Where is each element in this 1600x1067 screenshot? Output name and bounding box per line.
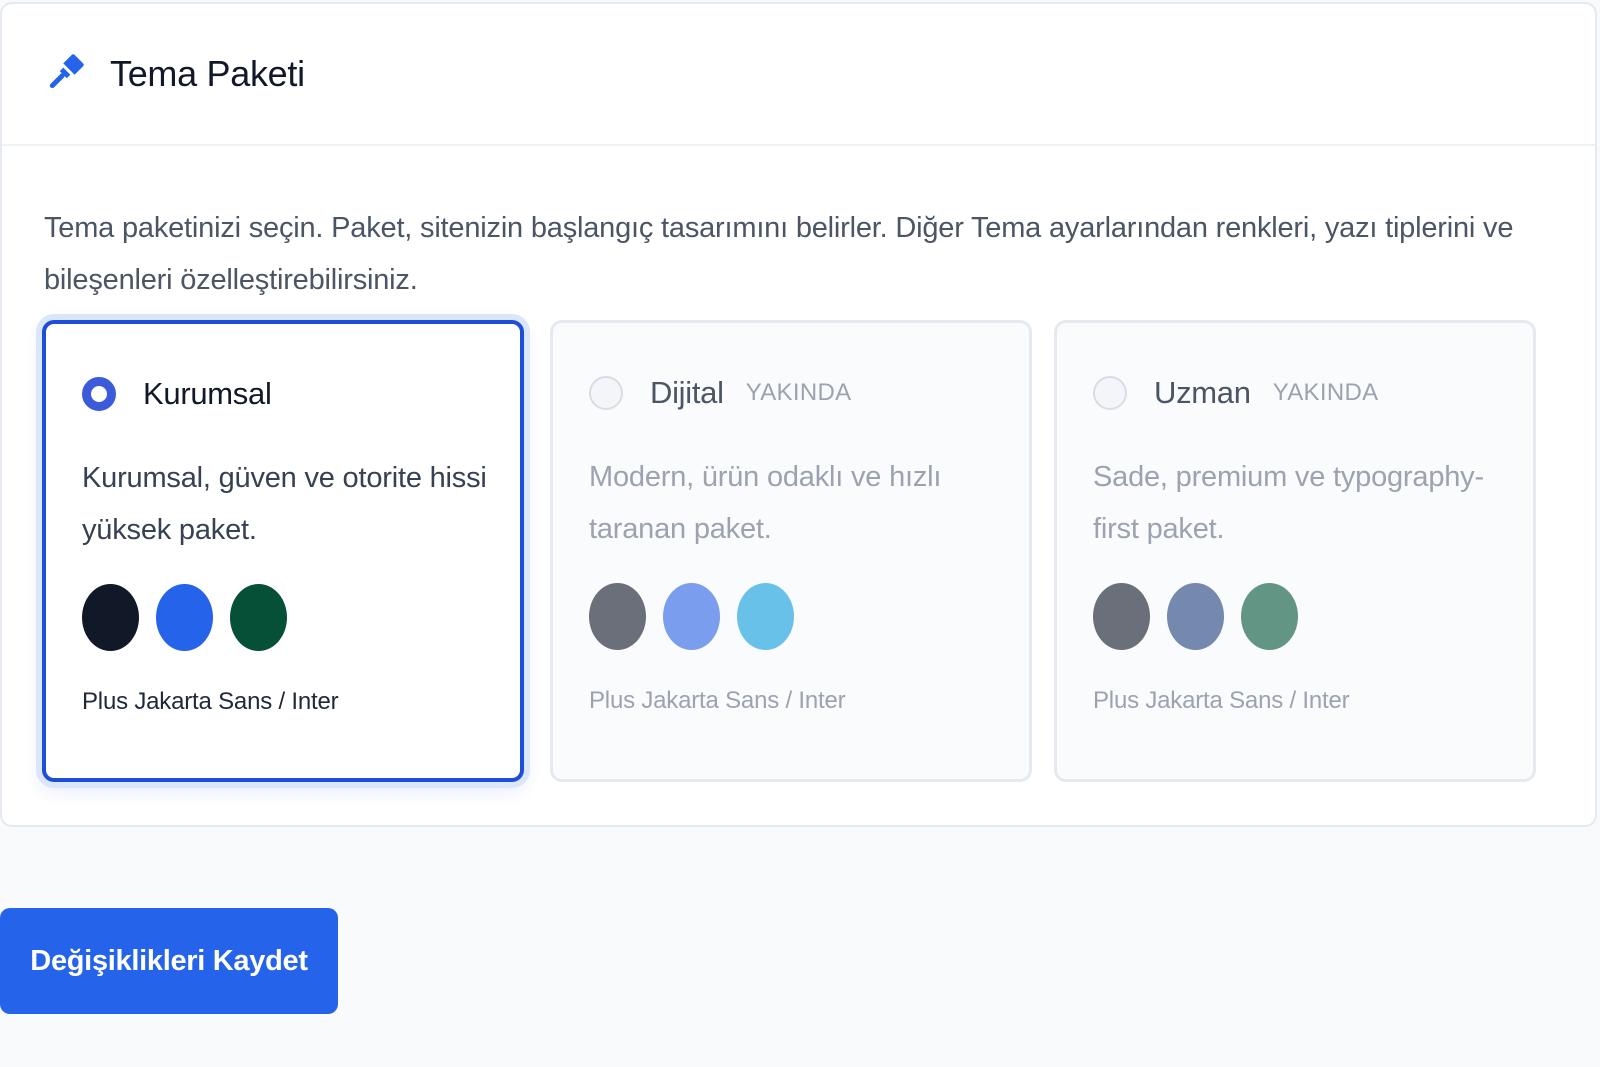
color-swatch xyxy=(663,583,720,650)
package-description: Kurumsal, güven ve otorite hissi yüksek … xyxy=(82,462,487,546)
theme-package-card: Tema Paketi Tema paketinizi seçin. Paket… xyxy=(0,2,1597,827)
color-swatch xyxy=(737,583,794,650)
paintbrush-icon xyxy=(42,52,86,96)
package-option-kurumsal[interactable]: Kurumsal Kurumsal, güven ve otorite hiss… xyxy=(42,320,524,782)
package-name: Dijital xyxy=(650,375,724,410)
color-swatch xyxy=(589,583,646,650)
color-swatches xyxy=(589,583,811,650)
color-swatch xyxy=(156,584,213,651)
color-swatch xyxy=(1167,583,1224,650)
package-header: Dijital YAKINDA xyxy=(589,375,851,411)
package-description: Modern, ürün odaklı ve hızlı taranan pak… xyxy=(589,461,942,545)
card-header: Tema Paketi xyxy=(2,4,1595,146)
package-header: Kurumsal xyxy=(82,376,272,412)
coming-soon-badge: YAKINDA xyxy=(745,379,852,406)
card-title: Tema Paketi xyxy=(110,53,305,94)
package-name: Kurumsal xyxy=(143,376,272,411)
package-header: Uzman YAKINDA xyxy=(1093,375,1378,411)
color-swatches xyxy=(82,584,304,651)
color-swatch xyxy=(1093,583,1150,650)
card-description: Tema paketinizi seçin. Paket, sitenizin … xyxy=(44,212,1514,296)
color-swatch xyxy=(1241,583,1298,650)
package-fonts: Plus Jakarta Sans / Inter xyxy=(1093,687,1350,714)
color-swatch xyxy=(82,584,139,651)
package-name: Uzman xyxy=(1154,375,1251,410)
package-description: Sade, premium ve typography-first paket. xyxy=(1093,461,1484,545)
save-changes-button[interactable]: Değişiklikleri Kaydet xyxy=(0,908,338,1014)
package-option-dijital: Dijital YAKINDA Modern, ürün odaklı ve h… xyxy=(550,320,1032,782)
package-option-uzman: Uzman YAKINDA Sade, premium ve typograph… xyxy=(1054,320,1536,782)
color-swatches xyxy=(1093,583,1315,650)
package-fonts: Plus Jakarta Sans / Inter xyxy=(82,688,339,715)
package-fonts: Plus Jakarta Sans / Inter xyxy=(589,687,846,714)
color-swatch xyxy=(230,584,287,651)
coming-soon-badge: YAKINDA xyxy=(1272,379,1379,406)
radio-button-selected[interactable] xyxy=(82,377,116,411)
radio-button-disabled xyxy=(1093,376,1127,410)
radio-button-disabled xyxy=(589,376,623,410)
